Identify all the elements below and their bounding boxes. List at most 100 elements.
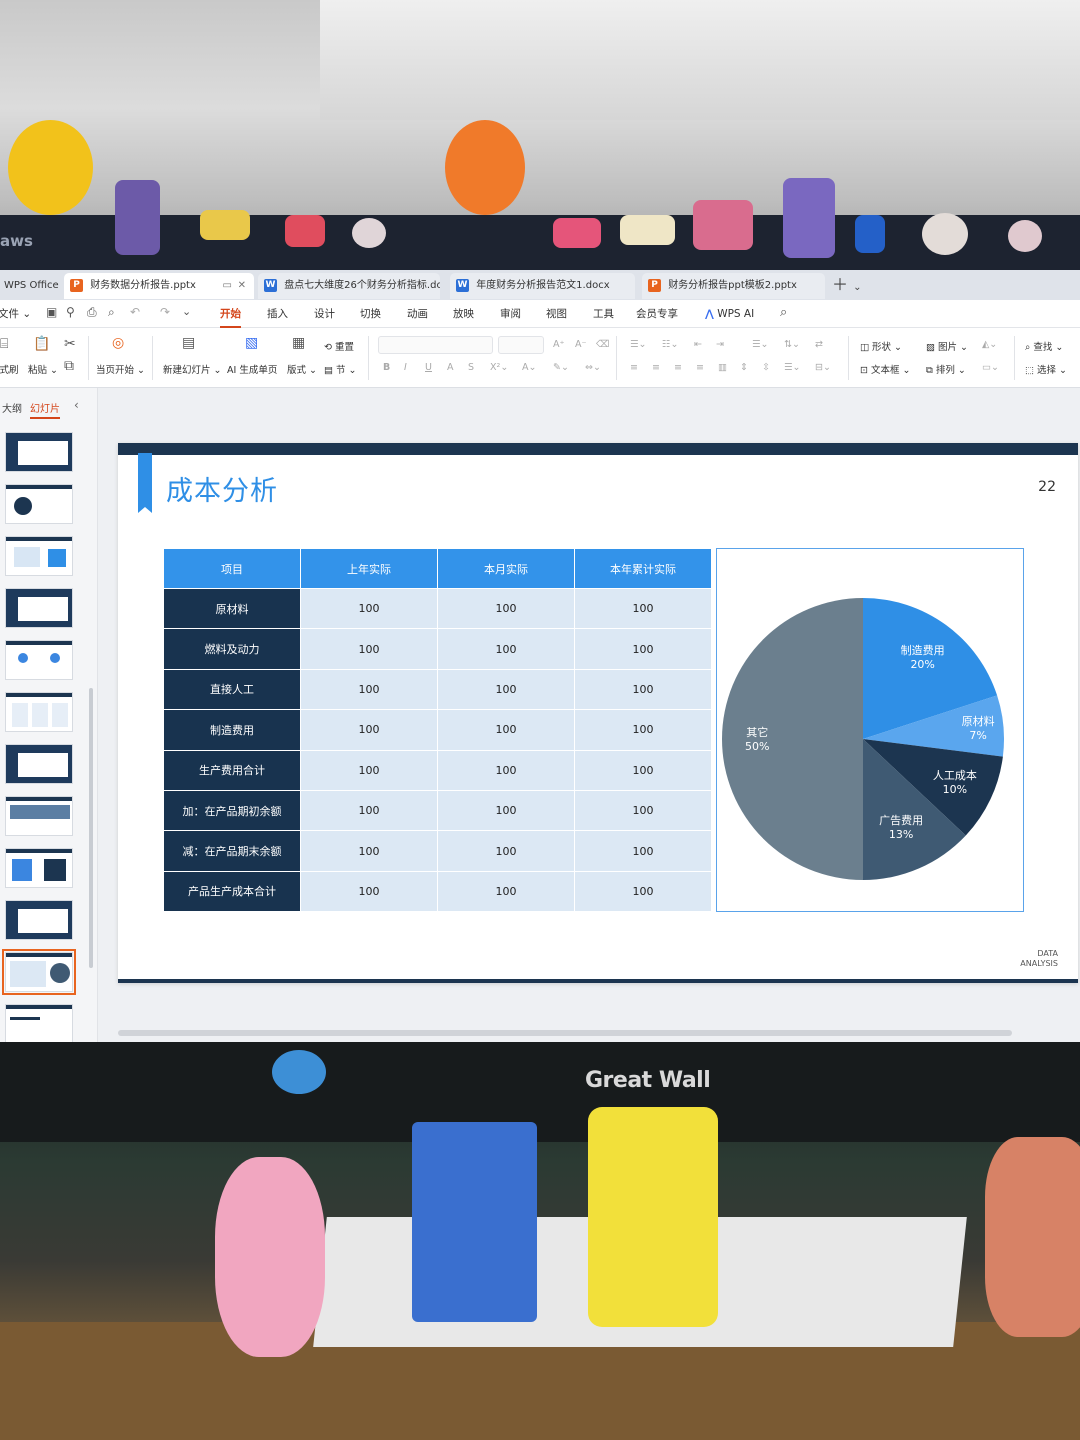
numbering-icon[interactable]: ☷⌄ <box>662 339 678 350</box>
bullets-icon[interactable]: ☰⌄ <box>630 339 646 350</box>
char-spacing-icon[interactable]: ⇔⌄ <box>585 362 601 373</box>
find-button[interactable]: ⌕ 查找 ⌄ <box>1025 339 1063 353</box>
share-icon[interactable]: ⚲ <box>66 305 75 319</box>
slide-thumbnail[interactable] <box>5 848 73 888</box>
text-direction-icon[interactable]: ⇕ <box>740 362 748 373</box>
search-icon[interactable]: ⌕ <box>780 305 787 320</box>
font-family-select[interactable] <box>378 336 493 354</box>
value-cell[interactable]: 100 <box>575 790 712 832</box>
font-color-icon[interactable]: A⌄ <box>522 362 536 373</box>
columns-icon[interactable]: ▥ <box>718 362 727 373</box>
collapse-panel-icon[interactable]: ‹ <box>74 398 79 412</box>
value-cell[interactable]: 100 <box>301 871 438 913</box>
font-grow-icon[interactable]: A⁺ <box>553 339 565 350</box>
value-cell[interactable]: 100 <box>301 750 438 791</box>
slide-thumbnail[interactable] <box>5 432 73 472</box>
save-icon[interactable]: ▣ <box>46 305 57 319</box>
row-label-cell[interactable]: 原材料 <box>164 589 301 630</box>
arrange-button[interactable]: ⧉ 排列 ⌄ <box>926 362 966 376</box>
value-cell[interactable]: 100 <box>575 710 712 751</box>
value-cell[interactable]: 100 <box>301 629 438 670</box>
value-cell[interactable]: 100 <box>438 831 575 872</box>
ai-generate-button[interactable]: AI 生成单页 <box>227 362 277 376</box>
reset-button[interactable]: ⟲ 重置 <box>324 339 354 353</box>
vertical-align-icon[interactable]: ⇳ <box>762 362 770 373</box>
picture-button[interactable]: ▨ 图片 ⌄ <box>926 339 968 353</box>
textbox-button[interactable]: ⊡ 文本框 ⌄ <box>860 362 911 376</box>
value-cell[interactable]: 100 <box>438 871 575 913</box>
menu-tools[interactable]: 工具 <box>593 300 614 328</box>
align-center-icon[interactable]: ≡ <box>652 362 660 373</box>
convert-icon[interactable]: ⇄ <box>815 339 823 350</box>
value-cell[interactable]: 100 <box>438 710 575 751</box>
new-slide-button[interactable]: 新建幻灯片 ⌄ <box>163 362 222 376</box>
justify-icon[interactable]: ≡ <box>696 362 704 373</box>
layout-button[interactable]: 版式 ⌄ <box>287 362 317 376</box>
value-cell[interactable]: 100 <box>575 871 712 913</box>
text-box-align-icon[interactable]: ⊟⌄ <box>815 362 831 373</box>
row-label-cell[interactable]: 燃料及动力 <box>164 629 301 670</box>
clear-format-icon[interactable]: ⌫ <box>596 339 609 350</box>
row-label-cell[interactable]: 生产费用合计 <box>164 750 301 791</box>
slide-thumbnail[interactable] <box>5 744 73 784</box>
italic-icon[interactable]: I <box>404 362 407 373</box>
underline-icon[interactable]: U <box>425 362 432 373</box>
cost-table[interactable]: 项目 上年实际 本月实际 本年累计实际 原材料 100 100 100 燃料及动力 100… <box>164 549 712 913</box>
paragraph-spacing-icon[interactable]: ☰⌄ <box>784 362 800 373</box>
menu-slideshow[interactable]: 放映 <box>453 300 474 328</box>
undo-icon[interactable]: ↶ <box>130 305 140 319</box>
tab-document[interactable]: P 财务分析报告ppt模板2.pptx <box>642 273 825 299</box>
pie-slice[interactable] <box>722 598 863 880</box>
bold-icon[interactable]: B <box>383 362 390 373</box>
value-cell[interactable]: 100 <box>438 589 575 630</box>
format-painter-button[interactable]: 格式刷 <box>0 362 19 376</box>
slide-thumbnail[interactable] <box>5 692 73 732</box>
value-cell[interactable]: 100 <box>301 589 438 630</box>
value-cell[interactable]: 100 <box>301 710 438 751</box>
value-cell[interactable]: 100 <box>438 629 575 670</box>
line-spacing-icon[interactable]: ☰⌄ <box>752 339 768 350</box>
slide-thumbnail[interactable] <box>5 536 73 576</box>
redo-icon[interactable]: ↷ <box>160 305 170 319</box>
value-cell[interactable]: 100 <box>438 669 575 711</box>
tab-wps-home[interactable]: WPS Office <box>0 273 60 299</box>
menu-membership[interactable]: 会员专享 <box>636 300 678 328</box>
tab-document[interactable]: W 盘点七大维度26个财务分析指标.docx <box>258 273 440 299</box>
outline-icon[interactable]: ▭⌄ <box>982 362 999 373</box>
row-label-cell[interactable]: 减：在产品期末余额 <box>164 831 301 872</box>
value-cell[interactable]: 100 <box>438 790 575 832</box>
shape-button[interactable]: ◫ 形状 ⌄ <box>860 339 902 353</box>
play-from-current-button[interactable]: 当页开始 ⌄ <box>96 362 145 376</box>
slide-thumbnail[interactable] <box>5 1004 73 1042</box>
menu-design[interactable]: 设计 <box>314 300 335 328</box>
tab-outline[interactable]: 大纲 <box>2 400 22 415</box>
pie-chart[interactable]: 制造费用 20% 原材料 7% 人工成本 10% 广告费用 13% 其它 50% <box>716 548 1024 912</box>
slide-thumbnail[interactable] <box>5 900 73 940</box>
font-shrink-icon[interactable]: A⁻ <box>575 339 587 350</box>
fill-icon[interactable]: ◭⌄ <box>982 339 997 350</box>
horizontal-scrollbar[interactable] <box>118 1030 1012 1036</box>
section-button[interactable]: ▤ 节 ⌄ <box>324 362 357 376</box>
tab-document-active[interactable]: P 财务数据分析报告.pptx ▭ ✕ <box>64 273 254 299</box>
row-label-cell[interactable]: 直接人工 <box>164 669 301 711</box>
menu-animations[interactable]: 动画 <box>407 300 428 328</box>
align-right-icon[interactable]: ≡ <box>674 362 682 373</box>
menu-file[interactable]: 文件 ⌄ <box>0 300 31 328</box>
value-cell[interactable]: 100 <box>438 750 575 791</box>
decrease-indent-icon[interactable]: ⇤ <box>694 339 702 350</box>
more-icon[interactable]: ⌄ <box>182 305 191 318</box>
slide-thumbnail[interactable] <box>5 484 73 524</box>
menu-view[interactable]: 视图 <box>546 300 567 328</box>
align-left-icon[interactable]: ≡ <box>630 362 638 373</box>
highlight-icon[interactable]: ✎⌄ <box>553 362 569 373</box>
slide-canvas[interactable]: 成本分析 22 项目 上年实际 本月实际 本年累计实际 原材料 100 100 100… <box>118 443 1078 983</box>
menu-wps-ai[interactable]: ⋀ WPS AI <box>705 300 754 328</box>
slide-thumbnail[interactable] <box>5 640 73 680</box>
cut-icon[interactable]: ✂ <box>64 336 76 352</box>
print-icon[interactable]: ⎙ <box>87 305 97 320</box>
superscript-icon[interactable]: X²⌄ <box>490 362 508 373</box>
shadow-icon[interactable]: S <box>468 362 474 373</box>
copy-icon[interactable]: ⧉ <box>64 358 74 374</box>
menu-review[interactable]: 审阅 <box>500 300 521 328</box>
panel-scrollbar[interactable] <box>89 688 93 968</box>
